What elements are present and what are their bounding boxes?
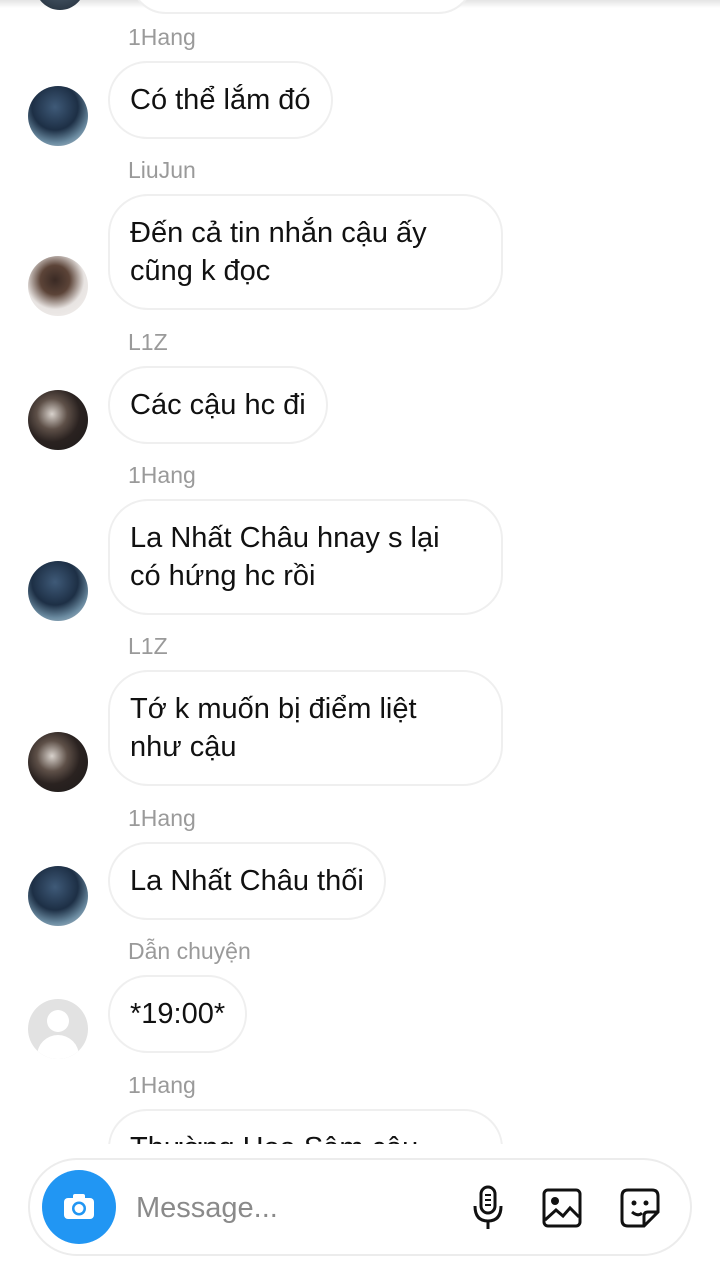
microphone-icon: [473, 1185, 503, 1229]
avatar[interactable]: [28, 390, 88, 450]
avatar[interactable]: [28, 866, 88, 926]
image-icon: [542, 1188, 582, 1228]
voice-message-button[interactable]: [464, 1184, 512, 1232]
message-bubble[interactable]: [130, 0, 474, 14]
message-input[interactable]: [136, 1188, 436, 1228]
message-text-line: La Nhất Châu hnay s lại: [130, 522, 440, 554]
message-text: La Nhất Châu thối: [130, 865, 364, 897]
message-bubble[interactable]: Các cậu hc đi: [108, 366, 328, 444]
message-bubble[interactable]: Tớ k muốn bị điểm liệt như cậu: [108, 670, 503, 786]
avatar[interactable]: [28, 732, 88, 792]
message-text-line: có hứng hc rồi: [130, 560, 316, 592]
sender-name: 1Hang: [128, 462, 196, 488]
message-text-line: Tớ k muốn bị điểm liệt: [130, 693, 417, 725]
avatar[interactable]: [28, 86, 88, 146]
sender-name: 1Hang: [128, 24, 196, 50]
message-bubble[interactable]: Có thể lắm đó: [108, 61, 333, 139]
sender-name: Dẫn chuyện: [128, 938, 251, 964]
message-text: Có thể lắm đó: [130, 84, 311, 116]
message-composer: [28, 1158, 692, 1256]
sender-name: L1Z: [128, 633, 168, 659]
message-list[interactable]: 1Hang Có thể lắm đó LiuJun Đến cả tin nh…: [0, 0, 720, 1144]
message-text: Các cậu hc đi: [130, 389, 306, 421]
avatar-placeholder-body: [37, 1035, 79, 1059]
avatar[interactable]: [28, 256, 88, 316]
message-bubble[interactable]: La Nhất Châu thối: [108, 842, 386, 920]
gallery-button[interactable]: [538, 1184, 586, 1232]
sticker-button[interactable]: [616, 1184, 664, 1232]
message-text: *19:00*: [130, 998, 226, 1030]
message-bubble[interactable]: La Nhất Châu hnay s lại có hứng hc rồi: [108, 499, 503, 615]
message-text-line: như cậu: [130, 731, 237, 763]
sender-name: L1Z: [128, 329, 168, 355]
avatar[interactable]: [35, 0, 85, 10]
camera-icon: [64, 1194, 94, 1219]
sender-name: LiuJun: [128, 157, 196, 183]
sender-name: 1Hang: [128, 1072, 196, 1098]
sender-name: 1Hang: [128, 805, 196, 831]
message-text-line: Đến cả tin nhắn cậu ấy: [130, 217, 427, 249]
sticker-icon: [620, 1188, 660, 1228]
camera-button[interactable]: [42, 1170, 116, 1244]
default-avatar[interactable]: [28, 999, 88, 1059]
message-text-line: cũng k đọc: [130, 255, 271, 287]
message-bubble[interactable]: Đến cả tin nhắn cậu ấy cũng k đọc: [108, 194, 503, 310]
message-bubble[interactable]: *19:00*: [108, 975, 248, 1053]
avatar-placeholder-head: [47, 1010, 69, 1032]
avatar[interactable]: [28, 561, 88, 621]
message-text: Thường Hoa Sâm cậu: [130, 1129, 418, 1144]
message-bubble[interactable]: Thường Hoa Sâm cậu: [108, 1109, 503, 1144]
